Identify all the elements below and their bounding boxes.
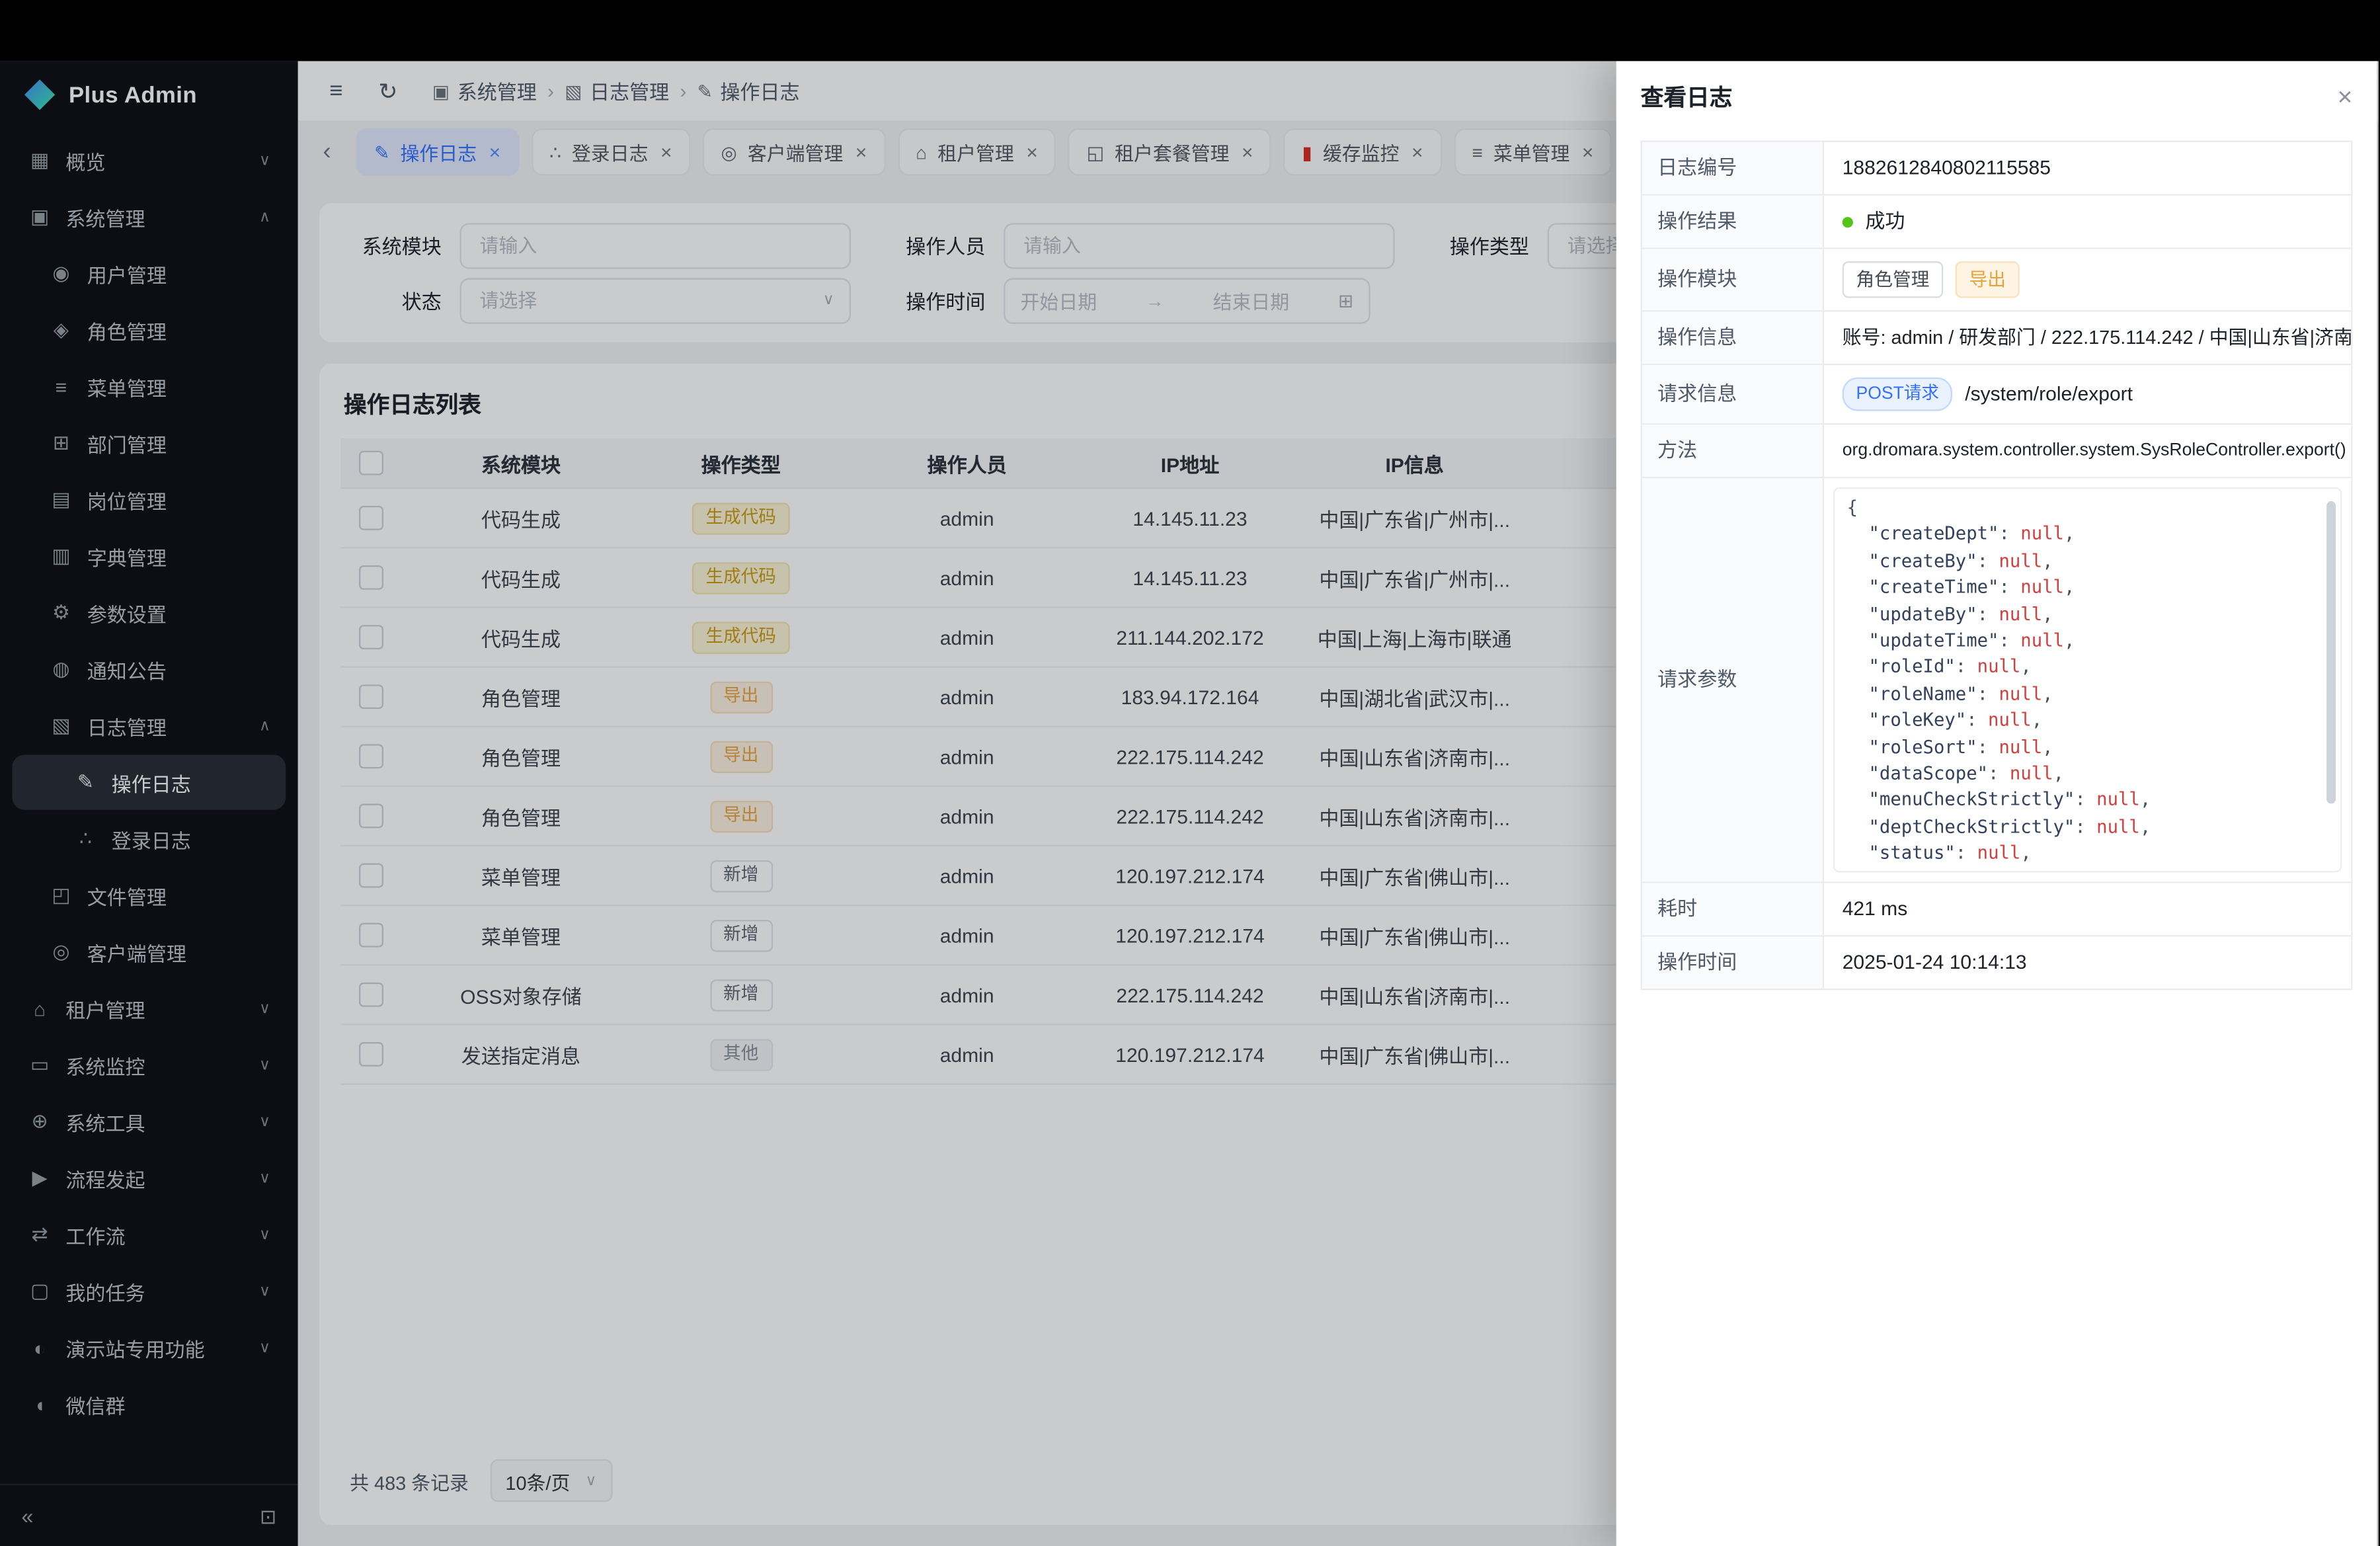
detail-label: 耗时 xyxy=(1642,883,1824,936)
method-value: org.dromara.system.controller.system.Sys… xyxy=(1824,425,2351,477)
log-details-table: 日志编号 1882612840802115585 操作结果 成功 操作模块 角色… xyxy=(1641,141,2353,991)
screen: Plus Admin 概览 系统管理 xyxy=(0,0,2380,1546)
request-path-value: /system/role/export xyxy=(1965,380,2133,408)
detail-row-time: 操作时间 2025-01-24 10:14:13 xyxy=(1642,936,2351,990)
view-log-drawer: 查看日志 × 日志编号 1882612840802115585 操作结果 成功 … xyxy=(1616,61,2377,1546)
result-value: 成功 xyxy=(1865,208,1905,235)
detail-label: 请求信息 xyxy=(1642,365,1824,423)
duration-value: 421 ms xyxy=(1824,883,2351,936)
detail-label: 操作时间 xyxy=(1642,936,1824,989)
detail-row-request: 请求信息 POST请求 /system/role/export xyxy=(1642,365,2351,425)
log-id-value: 1882612840802115585 xyxy=(1824,142,2351,194)
drawer-body: 日志编号 1882612840802115585 操作结果 成功 操作模块 角色… xyxy=(1616,132,2377,1015)
code-scrollbar[interactable] xyxy=(2326,501,2336,804)
detail-row-result: 操作结果 成功 xyxy=(1642,196,2351,249)
drawer-header: 查看日志 × xyxy=(1616,61,2377,131)
close-icon[interactable]: × xyxy=(2338,83,2353,109)
request-params-code[interactable]: { "createDept": null, "createBy": null, … xyxy=(1833,487,2342,872)
detail-label: 请求参数 xyxy=(1642,478,1824,881)
detail-label: 操作信息 xyxy=(1642,311,1824,364)
success-dot-icon xyxy=(1843,216,1853,227)
detail-label: 操作模块 xyxy=(1642,249,1824,310)
drawer-title: 查看日志 xyxy=(1641,80,1733,112)
detail-row-method: 方法 org.dromara.system.controller.system.… xyxy=(1642,425,2351,478)
detail-label: 操作结果 xyxy=(1642,196,1824,248)
detail-row-duration: 耗时 421 ms xyxy=(1642,883,2351,937)
module-tag: 角色管理 xyxy=(1843,261,1944,298)
operation-info-value: 账号: admin / 研发部门 / 222.175.114.242 / 中国|… xyxy=(1824,311,2351,364)
http-method-tag: POST请求 xyxy=(1843,378,1953,411)
detail-row-log-id: 日志编号 1882612840802115585 xyxy=(1642,142,2351,196)
action-tag: 导出 xyxy=(1956,261,2020,298)
detail-label: 日志编号 xyxy=(1642,142,1824,194)
detail-row-params: 请求参数 { "createDept": null, "createBy": n… xyxy=(1642,478,2351,883)
detail-row-module: 操作模块 角色管理 导出 xyxy=(1642,249,2351,312)
detail-row-info: 操作信息 账号: admin / 研发部门 / 222.175.114.242 … xyxy=(1642,311,2351,365)
detail-label: 方法 xyxy=(1642,425,1824,477)
operation-time-value: 2025-01-24 10:14:13 xyxy=(1824,936,2351,989)
